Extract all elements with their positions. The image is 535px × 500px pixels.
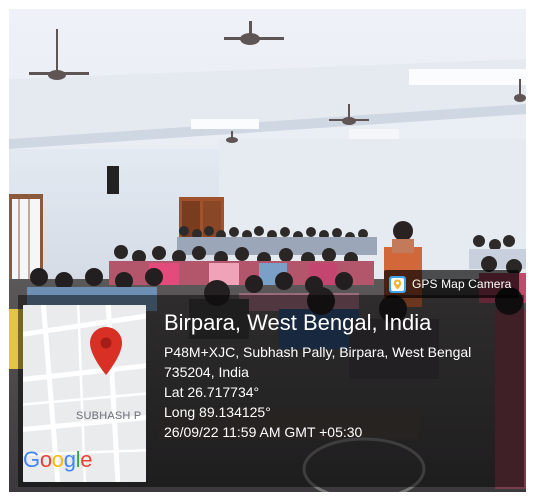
address-line-1: P48M+XJC, Subhash Pally, Birpara, West B… <box>164 344 472 360</box>
address-line-2: 735204, India <box>164 364 249 380</box>
gps-map-camera-label: GPS Map Camera <box>412 277 512 291</box>
map-pin-icon <box>88 325 124 377</box>
photo-frame: GPS Map Camera SUBHASH P Google Birpara,… <box>0 0 535 500</box>
latitude: Lat 26.717734° <box>164 384 260 400</box>
timestamp: 26/09/22 11:59 AM GMT +05:30 <box>164 424 363 440</box>
map-street-label: SUBHASH P <box>76 410 142 422</box>
longitude: Long 89.134125° <box>164 404 271 420</box>
mini-map: SUBHASH P Google <box>23 305 146 482</box>
google-logo: Google <box>23 447 93 472</box>
location-info: Birpara, West Bengal, India P48M+XJC, Su… <box>164 310 514 442</box>
gps-map-camera-icon <box>389 275 406 293</box>
gps-map-camera-badge: GPS Map Camera <box>384 270 519 298</box>
place-name: Birpara, West Bengal, India <box>164 310 432 335</box>
